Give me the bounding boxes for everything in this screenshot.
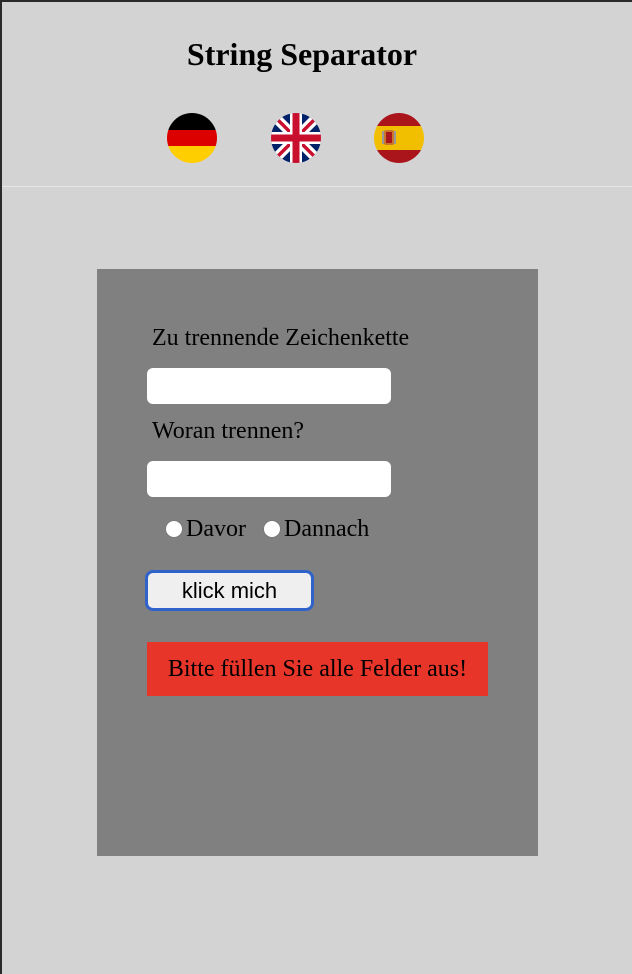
radio-button-davor[interactable] [165, 520, 183, 538]
radio-option-davor[interactable]: Davor [165, 516, 246, 543]
page-title: String Separator [186, 36, 418, 72]
separator-label: Woran trennen? [152, 418, 304, 444]
string-input[interactable] [147, 368, 391, 404]
error-message: Bitte füllen Sie alle Felder aus! [147, 642, 488, 696]
radio-button-dannach[interactable] [262, 520, 281, 538]
spanish-flag-icon[interactable] [374, 113, 424, 163]
position-radio-group: Davor Dannach [165, 515, 369, 543]
radio-label-davor: Davor [186, 515, 246, 542]
submit-button[interactable]: klick mich [145, 570, 314, 611]
separator-input[interactable] [147, 461, 391, 497]
header: String Separator [2, 2, 632, 187]
form-panel: Zu trennende Zeichenkette Woran trennen?… [97, 269, 538, 856]
radio-option-dannach[interactable]: Dannach [262, 515, 370, 543]
string-label: Zu trennende Zeichenkette [152, 325, 410, 351]
uk-flag-icon[interactable] [271, 113, 321, 163]
german-flag-icon[interactable] [167, 113, 217, 163]
radio-label-dannach: Dannach [283, 515, 370, 542]
